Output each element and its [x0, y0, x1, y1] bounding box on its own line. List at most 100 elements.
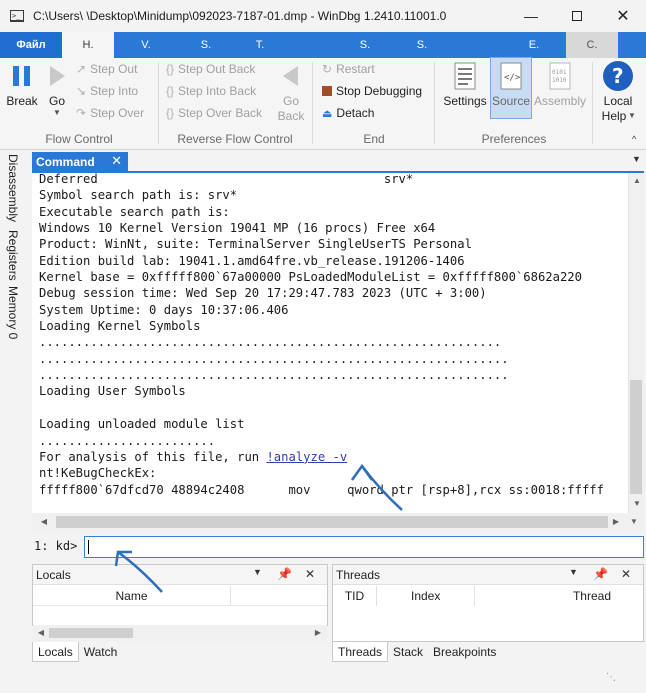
column-header-thread[interactable]: Thread — [475, 586, 643, 606]
step-into-back-button[interactable]: {} Step Into Back — [166, 84, 256, 98]
settings-button[interactable]: Settings — [442, 58, 488, 128]
group-label-flow-control: Flow Control — [45, 132, 113, 146]
locals-pane: Locals ▼ 📌 ✕ Name — [32, 564, 328, 626]
vertical-scroll-thumb[interactable] — [630, 380, 642, 494]
analysis-hint-text: For analysis of this file, run — [39, 449, 267, 464]
tab-extensions[interactable]: E. — [506, 32, 562, 58]
tab-source[interactable]: S. — [178, 32, 234, 58]
title-bar: >_ C:\Users\ \Desktop\Minidump\092023-71… — [0, 0, 646, 32]
close-icon: ✕ — [616, 8, 630, 25]
command-input[interactable] — [84, 536, 644, 558]
threads-pane-header: Threads ▼ 📌 ✕ — [333, 565, 643, 585]
tab-breakpoints[interactable]: Breakpoints — [428, 642, 501, 662]
group-label-reverse-flow: Reverse Flow Control — [177, 132, 293, 146]
maximize-icon — [572, 11, 582, 21]
column-header-index[interactable]: Index — [377, 586, 475, 606]
text-caret — [88, 540, 89, 554]
column-header-tid[interactable]: TID — [333, 586, 377, 606]
step-out-button[interactable]: ↗ Step Out — [76, 62, 137, 76]
tab-home[interactable]: Н. — [62, 32, 114, 58]
tab-overflow-chevron-icon[interactable]: ▼ — [632, 154, 641, 164]
pin-icon[interactable]: 📌 — [277, 567, 292, 581]
analyze-v-link[interactable]: !analyze -v — [266, 450, 347, 464]
chevron-down-icon: ▼ — [53, 108, 61, 117]
go-back-button[interactable]: Go Back — [274, 58, 308, 128]
command-tab[interactable]: Command ✕ — [32, 152, 128, 172]
column-header-name[interactable]: Name — [33, 586, 231, 606]
source-button[interactable]: </> Source — [490, 57, 532, 119]
left-side-tabs: Disassembly Registers Memory 0 — [0, 152, 30, 688]
detach-button[interactable]: ⏏ Detach — [322, 106, 374, 120]
tab-stack[interactable]: Stack — [388, 642, 428, 662]
help-question-icon: ? — [603, 61, 633, 91]
pane-menu-chevron-icon[interactable]: ▼ — [253, 567, 262, 577]
ribbon-separator — [592, 62, 593, 144]
close-icon[interactable]: ✕ — [305, 567, 315, 581]
resize-grip-icon[interactable]: ⋱ — [606, 672, 617, 683]
scroll-up-icon[interactable]: ▲ — [631, 176, 643, 185]
scroll-down-icon[interactable]: ▼ — [631, 499, 643, 508]
break-button[interactable]: Break — [4, 58, 40, 128]
scroll-right-icon[interactable]: ▶ — [610, 517, 622, 526]
tab-file[interactable]: Файл — [0, 32, 62, 58]
bugcheck-symbol: nt!KeBugCheckEx: — [39, 466, 157, 481]
locals-horizontal-scrollbar[interactable]: ◀ ▶ — [33, 625, 327, 641]
header-divider — [33, 605, 327, 606]
tab-view[interactable]: V. — [118, 32, 174, 58]
tab-watch[interactable]: Watch — [79, 642, 123, 662]
step-out-back-icon: {} — [166, 62, 175, 76]
threads-tab-strip: Threads Stack Breakpoints — [332, 642, 644, 662]
command-output[interactable]: Deferred srv* Symbol search path is: srv… — [32, 173, 628, 513]
ribbon-separator — [434, 62, 435, 144]
step-over-back-button[interactable]: {} Step Over Back — [166, 106, 262, 120]
tab-scripting[interactable]: S. — [336, 32, 394, 58]
disassembly-line: fffff800`67dfcd70 48894c2408 mov qword p… — [39, 482, 604, 497]
tab-timelines[interactable]: T. — [234, 32, 286, 58]
step-over-icon: ↷ — [76, 106, 87, 120]
windbg-app-icon: >_ — [10, 10, 24, 22]
assembly-binary-icon: 0101 1010 — [549, 62, 571, 90]
stop-debugging-button[interactable]: Stop Debugging — [322, 84, 422, 98]
step-into-back-icon: {} — [166, 84, 175, 98]
pane-menu-chevron-icon[interactable]: ▼ — [569, 567, 578, 577]
horizontal-scroll-thumb[interactable] — [56, 516, 608, 528]
restart-icon: ↻ — [322, 62, 333, 76]
maximize-button[interactable] — [554, 0, 600, 32]
locals-scroll-thumb[interactable] — [49, 628, 133, 638]
side-tab-memory[interactable]: Memory 0 — [6, 286, 20, 339]
tab-threads[interactable]: Threads — [332, 642, 389, 662]
output-text: Deferred srv* Symbol search path is: srv… — [39, 173, 604, 497]
tab-settings[interactable]: S. — [394, 32, 450, 58]
close-window-button[interactable]: ✕ — [600, 0, 646, 32]
group-label-end: End — [363, 132, 385, 146]
pin-icon[interactable]: 📌 — [593, 567, 608, 581]
go-button[interactable]: Go ▼ — [42, 58, 72, 128]
restart-button[interactable]: ↻ Restart — [322, 62, 375, 76]
threads-pane: Threads ▼ 📌 ✕ TID Index Thread — [332, 564, 644, 642]
step-out-back-button[interactable]: {} Step Out Back — [166, 62, 255, 76]
close-tab-icon[interactable]: ✕ — [111, 153, 122, 169]
pause-icon — [13, 66, 30, 86]
ribbon-tab-bar: Файл Н. V. S. T. S. S. E. C. — [0, 32, 646, 58]
scroll-right-icon[interactable]: ▶ — [313, 628, 323, 637]
local-help-button[interactable]: ? Local Help ▼ — [598, 58, 638, 128]
tab-command[interactable]: C. — [566, 32, 618, 58]
side-tab-disassembly[interactable]: Disassembly — [6, 154, 20, 222]
side-tab-registers[interactable]: Registers — [6, 230, 20, 281]
play-icon — [50, 66, 65, 86]
locals-pane-header: Locals ▼ 📌 ✕ — [33, 565, 327, 585]
scroll-left-icon[interactable]: ◀ — [38, 517, 50, 526]
step-into-button[interactable]: ↘ Step Into — [76, 84, 138, 98]
svg-text:?: ? — [612, 64, 624, 88]
source-code-icon: </> — [500, 62, 522, 90]
close-icon[interactable]: ✕ — [621, 567, 631, 581]
step-over-button[interactable]: ↷ Step Over — [76, 106, 144, 120]
scroll-down-small-icon[interactable]: ▼ — [628, 517, 640, 526]
reverse-play-icon — [283, 66, 298, 86]
group-label-preferences: Preferences — [481, 132, 547, 146]
collapse-ribbon-icon[interactable]: ^ — [632, 134, 636, 144]
scroll-left-icon[interactable]: ◀ — [36, 628, 46, 637]
tab-locals[interactable]: Locals — [32, 642, 79, 662]
minimize-button[interactable]: — — [508, 0, 554, 32]
assembly-button[interactable]: 0101 1010 Assembly — [534, 58, 586, 128]
